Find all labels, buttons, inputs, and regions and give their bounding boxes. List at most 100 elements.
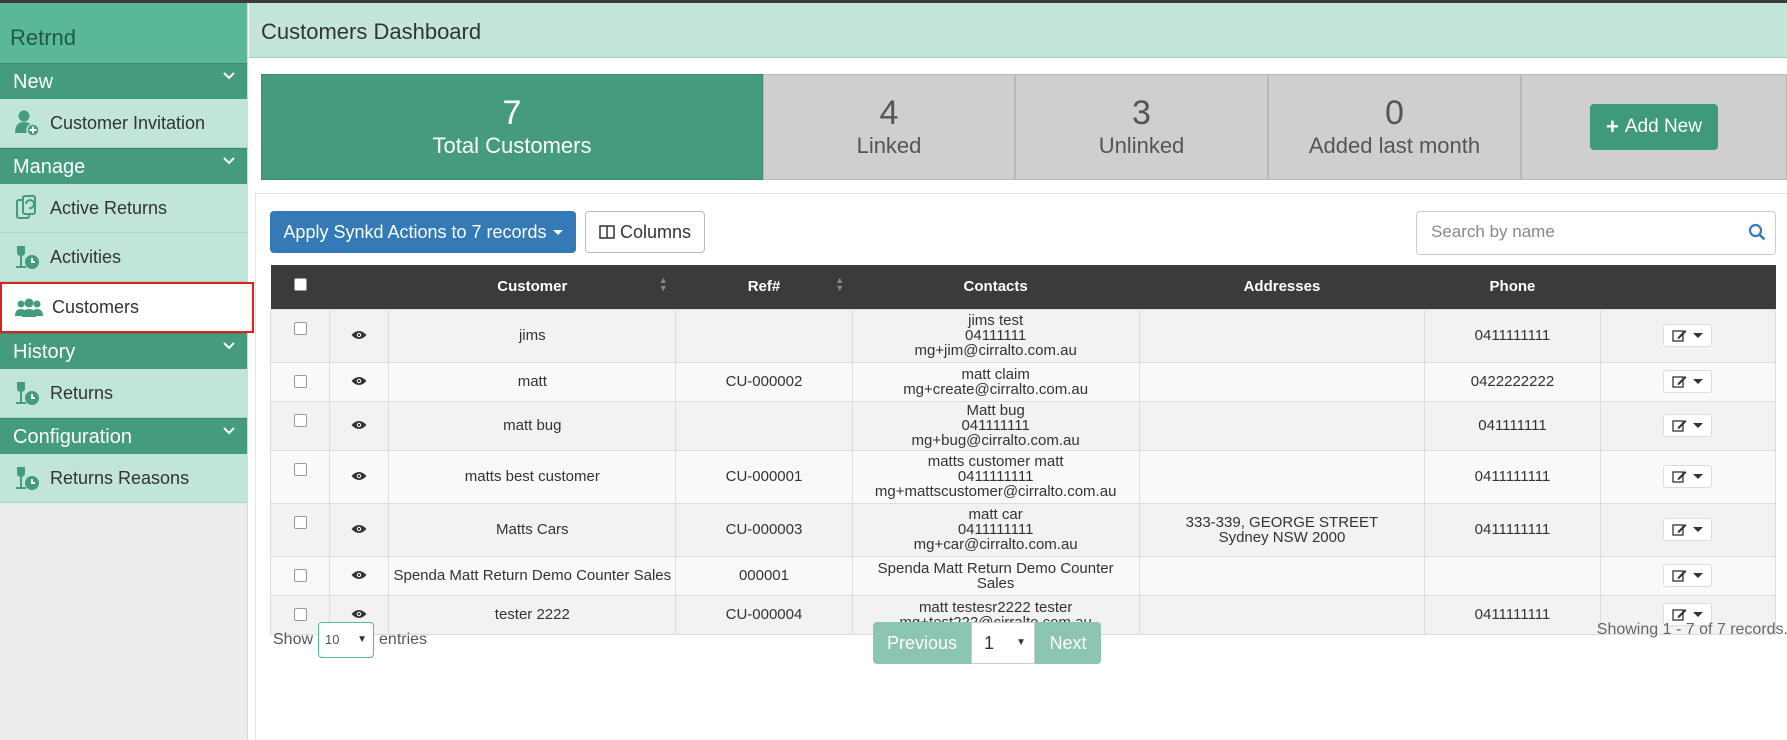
- dropdown-arrow-icon: ▼: [1016, 637, 1026, 648]
- header-ref[interactable]: Ref# ▲ ▼: [676, 265, 852, 309]
- section-manage[interactable]: Manage: [0, 148, 247, 184]
- header-label: Phone: [1489, 278, 1536, 296]
- add-user-icon: [12, 108, 42, 138]
- customer-cell: matts best customer: [388, 449, 677, 504]
- phone-cell: 0422222222: [1424, 361, 1601, 402]
- stat-label: Added last month: [1308, 133, 1481, 158]
- edit-actions-button[interactable]: [1663, 564, 1713, 587]
- contact-line: matt car: [968, 506, 1023, 523]
- select-cell: [269, 361, 331, 402]
- table-row[interactable]: jims jims test 04111111 mg+jim@cirralto.com…: [269, 308, 1777, 363]
- add-new-label: Add New: [1624, 116, 1702, 137]
- table-row[interactable]: matt CU-000002 matt claim mg+create@cirralt…: [269, 361, 1777, 402]
- row-checkbox[interactable]: [293, 462, 307, 476]
- contact-line: mg+bug@cirralto.com.au: [911, 432, 1080, 449]
- columns-button[interactable]: Columns: [585, 211, 705, 253]
- eye-icon[interactable]: [351, 468, 367, 485]
- table-row[interactable]: matt bug Matt bug 041111111 mg+bug@cirralto…: [269, 400, 1777, 451]
- edit-icon: [1672, 471, 1687, 483]
- synkd-actions-button[interactable]: Apply Synkd Actions to 7 records: [270, 211, 576, 253]
- contact-line: Sales: [976, 574, 1015, 592]
- edit-actions-button[interactable]: [1663, 414, 1713, 437]
- row-checkbox[interactable]: [293, 413, 307, 427]
- page-select[interactable]: 1 ▼: [971, 622, 1035, 664]
- customers-panel: Apply Synkd Actions to 7 records Columns…: [255, 193, 1787, 740]
- header-customer[interactable]: Customer ▲ ▼: [389, 265, 676, 309]
- stat-added-last-month[interactable]: 0 Added last month: [1268, 74, 1521, 180]
- edit-actions-button[interactable]: [1663, 370, 1713, 393]
- add-new-button[interactable]: + Add New: [1590, 104, 1718, 150]
- eye-icon[interactable]: [351, 521, 367, 538]
- sidebar-item-label: Customer Invitation: [50, 112, 206, 133]
- section-title: History: [13, 341, 76, 363]
- contact-line: mg+jim@cirralto.com.au: [914, 342, 1077, 359]
- sidebar-item-returns-reasons[interactable]: Returns Reasons: [0, 454, 247, 503]
- table-row[interactable]: matts best customer CU-000001 matts custom…: [269, 449, 1777, 504]
- section-new[interactable]: New: [0, 63, 247, 99]
- actions-cell: [1599, 502, 1777, 557]
- table-row[interactable]: Spenda Matt Return Demo Counter Sales 000…: [269, 555, 1777, 596]
- row-checkbox[interactable]: [293, 374, 307, 388]
- phone-cell: [1424, 555, 1601, 596]
- contacts-cell: matts customer matt 0411111111 mg+mattscus…: [851, 449, 1140, 504]
- search-input[interactable]: [1431, 212, 1731, 252]
- contacts-cell: jims test 04111111 mg+jim@cirralto.com.au: [851, 308, 1140, 363]
- sidebar-item-customer-invitation[interactable]: Customer Invitation: [0, 99, 247, 148]
- phone-cell: 0411111111: [1424, 502, 1601, 557]
- view-cell: [329, 555, 390, 596]
- stat-linked[interactable]: 4 Linked: [763, 74, 1015, 180]
- stat-value: 4: [879, 94, 899, 132]
- contact-line: jims test: [968, 312, 1024, 329]
- row-checkbox[interactable]: [293, 568, 307, 582]
- stat-label: Total Customers: [432, 133, 592, 158]
- header-label: Ref#: [747, 278, 781, 296]
- brand-logo[interactable]: Retrnd: [0, 3, 247, 63]
- previous-button[interactable]: Previous: [873, 622, 971, 664]
- chevron-down-icon: [223, 427, 235, 435]
- actions-cell: [1599, 308, 1777, 363]
- view-cell: [329, 502, 390, 557]
- search-icon[interactable]: [1748, 223, 1766, 246]
- search-box: [1416, 211, 1776, 255]
- row-checkbox[interactable]: [293, 515, 307, 529]
- select-all-checkbox[interactable]: [293, 278, 307, 292]
- section-history[interactable]: History: [0, 333, 247, 369]
- sidebar-item-active-returns[interactable]: Active Returns: [0, 184, 247, 233]
- table-body: jims jims test 04111111 mg+jim@cirralto.com…: [269, 308, 1777, 635]
- eye-icon[interactable]: [351, 327, 367, 344]
- eye-icon[interactable]: [351, 373, 367, 390]
- caret-down-icon: [552, 229, 563, 235]
- edit-actions-button[interactable]: [1663, 465, 1713, 488]
- row-checkbox[interactable]: [293, 321, 307, 335]
- stat-unlinked[interactable]: 3 Unlinked: [1015, 74, 1268, 180]
- customer-cell: jims: [388, 308, 677, 363]
- stat-total-customers[interactable]: 7 Total Customers: [261, 74, 763, 180]
- sidebar-item-label: Active Returns: [50, 197, 168, 218]
- view-cell: [329, 400, 390, 451]
- eye-icon[interactable]: [351, 417, 367, 434]
- eye-icon[interactable]: [351, 567, 367, 584]
- edit-actions-button[interactable]: [1663, 518, 1713, 541]
- caret-down-icon: [1693, 423, 1704, 428]
- caret-down-icon: [1693, 379, 1704, 384]
- table-row[interactable]: Matts Cars CU-000003 matt car 0411111111 mg+…: [269, 502, 1777, 557]
- edit-icon: [1672, 420, 1687, 432]
- next-button[interactable]: Next: [1035, 622, 1101, 664]
- section-configuration[interactable]: Configuration: [0, 418, 247, 454]
- contact-line: 041111111: [961, 417, 1030, 434]
- returns-icon: [12, 378, 42, 408]
- ref-cell: CU-000003: [675, 502, 853, 557]
- contacts-cell: matt car 0411111111 mg+car@cirralto.com.au: [851, 502, 1140, 557]
- select-cell: [269, 555, 331, 596]
- sidebar-item-returns[interactable]: Returns: [0, 369, 247, 418]
- addresses-cell: [1138, 308, 1426, 363]
- ref-cell: [675, 400, 853, 451]
- page-size-select[interactable]: 10 ▼: [318, 622, 375, 658]
- edit-actions-button[interactable]: [1663, 324, 1713, 347]
- sidebar-item-activities[interactable]: Activities: [0, 233, 247, 282]
- edit-icon: [1672, 524, 1687, 536]
- phone-cell: 0411111111: [1424, 449, 1601, 504]
- sidebar-item-customers[interactable]: Customers: [0, 282, 254, 333]
- header-phone: Phone: [1425, 265, 1600, 309]
- sidebar-item-label: Activities: [50, 246, 122, 267]
